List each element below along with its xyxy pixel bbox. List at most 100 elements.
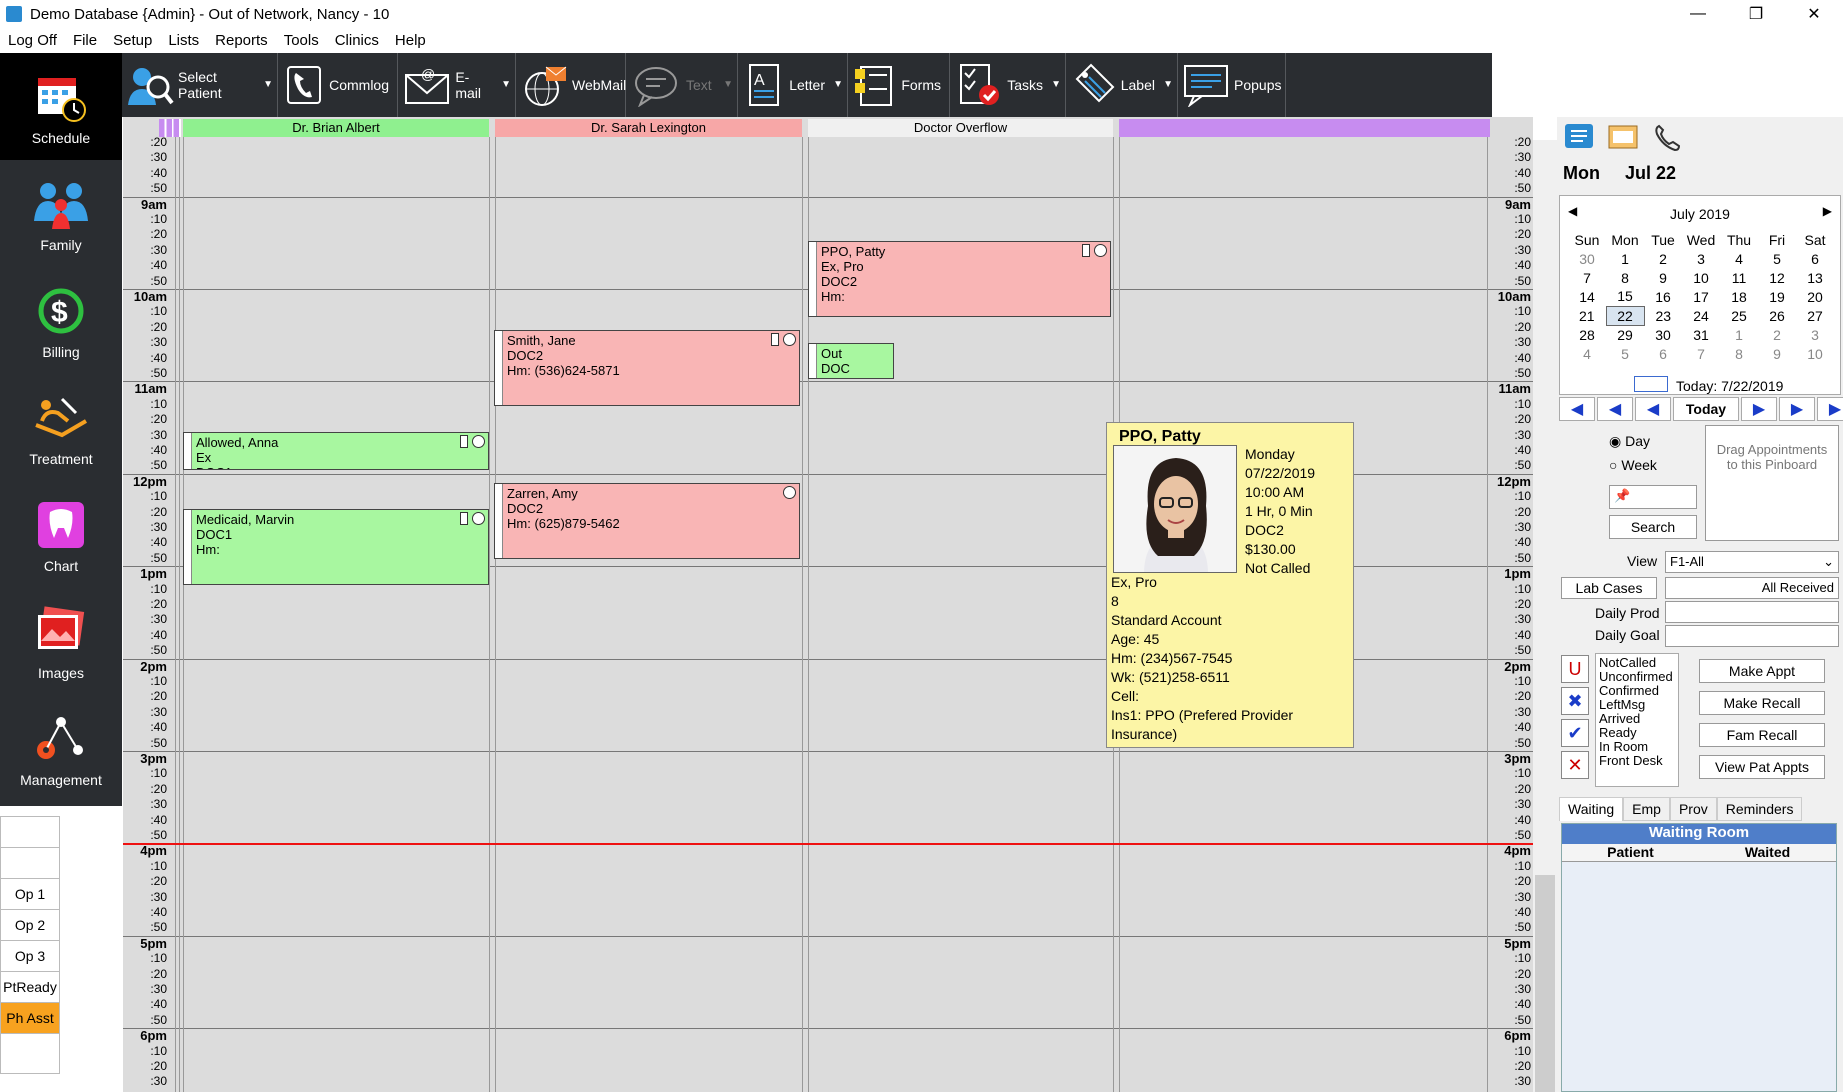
appointment-4[interactable]: Medicaid, Marvin DOC1 Hm:	[183, 509, 489, 585]
status-option[interactable]: NotCalled	[1599, 656, 1675, 670]
provider-header-0[interactable]: Dr. Brian Albert	[183, 119, 489, 137]
nav-schedule[interactable]: Schedule	[0, 53, 122, 160]
e-mail-button[interactable]: @ E-mail ▼	[398, 53, 516, 117]
tab-emp[interactable]: Emp	[1623, 797, 1670, 821]
calendar-day[interactable]: 1	[1720, 325, 1758, 344]
menu-tools[interactable]: Tools	[276, 32, 327, 49]
dropdown-arrow-icon[interactable]: ▼	[723, 79, 733, 90]
calendar-day[interactable]: 21	[1568, 306, 1606, 325]
forms-button[interactable]: Forms	[848, 53, 950, 117]
dropdown-arrow-icon[interactable]: ▼	[263, 79, 273, 90]
phone-icon[interactable]	[1645, 117, 1689, 157]
menu-help[interactable]: Help	[387, 32, 434, 49]
prev-month-arrow-icon[interactable]: ◀	[1559, 397, 1595, 421]
tab-prov[interactable]: Prov	[1669, 797, 1717, 821]
calendar-day[interactable]: 14	[1568, 287, 1606, 306]
operatory-op-3[interactable]: Op 3	[1, 941, 59, 972]
close-button[interactable]: ✕	[1785, 0, 1843, 28]
commlog-button[interactable]: Commlog	[278, 53, 398, 117]
view-select[interactable]: F1-All ⌄	[1665, 551, 1839, 573]
menu-file[interactable]: File	[65, 32, 105, 49]
menu-clinics[interactable]: Clinics	[327, 32, 387, 49]
complete-checkmark-icon[interactable]: ✔	[1561, 719, 1589, 747]
make-recall-button[interactable]: Make Recall	[1699, 691, 1825, 715]
provider-header-2[interactable]: Doctor Overflow	[808, 119, 1113, 137]
calendar-day[interactable]: 10	[1796, 344, 1834, 363]
operatory-blank-1[interactable]	[1, 848, 59, 879]
calendar-day[interactable]: 10	[1682, 268, 1720, 287]
calendar-day[interactable]: 4	[1720, 249, 1758, 268]
status-option[interactable]: In Room	[1599, 740, 1675, 754]
calendar-day[interactable]: 3	[1796, 325, 1834, 344]
label-button[interactable]: Label ▼	[1066, 53, 1178, 117]
calendar-day[interactable]: 1	[1606, 249, 1644, 268]
next-month-icon[interactable]: ▶	[1823, 204, 1832, 218]
calendar-day[interactable]: 29	[1606, 325, 1644, 344]
prev-week-arrow-icon[interactable]: ◀	[1597, 397, 1633, 421]
calendar-day[interactable]: 7	[1568, 268, 1606, 287]
calendar-day[interactable]: 27	[1796, 306, 1834, 325]
calendar-day[interactable]: 13	[1796, 268, 1834, 287]
search-input[interactable]: 📌	[1609, 485, 1697, 509]
select-patient-button[interactable]: Select Patient ▼	[122, 53, 278, 117]
next-month-arrow-icon[interactable]: ▶	[1817, 397, 1843, 421]
calendar-day[interactable]: 30	[1644, 325, 1682, 344]
confirmation-status-list[interactable]: NotCalled Unconfirmed Confirmed LeftMsg Arri…	[1595, 653, 1679, 787]
search-button[interactable]: Search	[1609, 515, 1697, 539]
operatory-op-2[interactable]: Op 2	[1, 910, 59, 941]
calendar-day[interactable]: 4	[1568, 344, 1606, 363]
calendar-day[interactable]: 22	[1605, 305, 1645, 326]
scrollbar-thumb[interactable]	[1535, 875, 1555, 1092]
unconfirmed-status-icon[interactable]: U	[1561, 655, 1589, 683]
provider-header-3[interactable]	[1119, 119, 1490, 137]
calendar-day[interactable]: 28	[1568, 325, 1606, 344]
week-radio[interactable]: ○ Week	[1609, 457, 1657, 473]
appointment-3[interactable]: Allowed, AnnaExDOC1	[183, 432, 489, 470]
calendar-day[interactable]: 16	[1644, 287, 1682, 306]
notes-icon[interactable]	[1557, 117, 1601, 157]
webmail-button[interactable]: WebMail	[516, 53, 626, 117]
calendar-day[interactable]: 6	[1644, 344, 1682, 363]
appointment-1[interactable]: Smith, Jane DOC2 Hm: (536)624-5871	[494, 330, 800, 406]
nav-chart[interactable]: Chart	[0, 481, 122, 588]
calendar-day[interactable]: 5	[1758, 249, 1796, 268]
calendar-today[interactable]: Today: 7/22/2019	[1676, 378, 1783, 394]
operatory-blank-0[interactable]	[1, 817, 59, 848]
status-option[interactable]: Arrived	[1599, 712, 1675, 726]
calendar-day[interactable]: 7	[1682, 344, 1720, 363]
appointment-2[interactable]: OutDOCHm	[808, 343, 894, 379]
tab-waiting[interactable]: Waiting	[1559, 797, 1624, 821]
status-option[interactable]: Ready	[1599, 726, 1675, 740]
status-option[interactable]: LeftMsg	[1599, 698, 1675, 712]
appointment-5[interactable]: Zarren, Amy DOC2 Hm: (625)879-5462	[494, 483, 800, 559]
menu-setup[interactable]: Setup	[105, 32, 160, 49]
operatory-ptready[interactable]: PtReady	[1, 972, 59, 1003]
calendar-day[interactable]: 2	[1644, 249, 1682, 268]
nav-images[interactable]: Images	[0, 588, 122, 695]
calendar-day[interactable]: 8	[1606, 268, 1644, 287]
calendar-day[interactable]: 3	[1682, 249, 1720, 268]
calendar-day[interactable]: 17	[1682, 287, 1720, 306]
calendar-day[interactable]: 26	[1758, 306, 1796, 325]
calendar-day[interactable]: 23	[1644, 306, 1682, 325]
calendar-day[interactable]: 24	[1682, 306, 1720, 325]
status-option[interactable]: Front Desk	[1599, 754, 1675, 768]
fam-recall-button[interactable]: Fam Recall	[1699, 723, 1825, 747]
prev-day-arrow-icon[interactable]: ◀	[1635, 397, 1671, 421]
status-option[interactable]: Confirmed	[1599, 684, 1675, 698]
day-radio[interactable]: ◉ Day	[1609, 433, 1650, 450]
calendar-day[interactable]: 5	[1606, 344, 1644, 363]
popups-button[interactable]: Popups	[1178, 53, 1286, 117]
maximize-button[interactable]: ❐	[1727, 0, 1785, 28]
dropdown-arrow-icon[interactable]: ▼	[501, 79, 511, 90]
tab-reminders[interactable]: Reminders	[1716, 797, 1803, 821]
calendar-day[interactable]: 8	[1720, 344, 1758, 363]
dropdown-arrow-icon[interactable]: ▼	[1051, 79, 1061, 90]
appointment-0[interactable]: PPO, Patty Ex, Pro DOC2 Hm:	[808, 241, 1111, 317]
menu-lists[interactable]: Lists	[160, 32, 207, 49]
view-pat-appts-button[interactable]: View Pat Appts	[1699, 755, 1825, 779]
menu-reports[interactable]: Reports	[207, 32, 276, 49]
next-week-arrow-icon[interactable]: ▶	[1779, 397, 1815, 421]
calendar-day[interactable]: 2	[1758, 325, 1796, 344]
nav-family[interactable]: Family	[0, 160, 122, 267]
